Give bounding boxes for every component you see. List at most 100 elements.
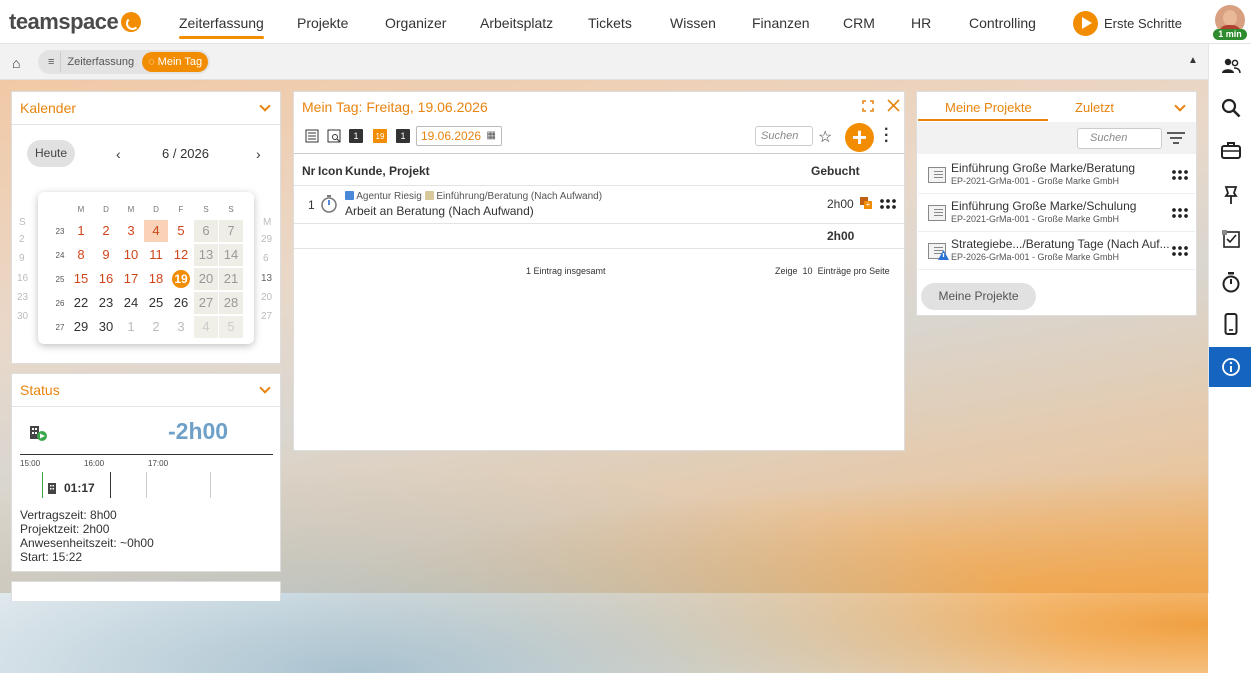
- chevron-down-icon[interactable]: [259, 382, 271, 394]
- edit-booking-icon[interactable]: +: [860, 197, 872, 209]
- calendar-day[interactable]: 5: [219, 316, 243, 338]
- calendar-day[interactable]: 24: [119, 292, 143, 314]
- info-icon[interactable]: [1209, 347, 1251, 387]
- nav-item-arbeitsplatz[interactable]: Arbeitsplatz: [480, 15, 553, 31]
- breadcrumb-item-zeiterfassung[interactable]: Zeiterfassung: [61, 52, 140, 72]
- calendar-day[interactable]: 26: [169, 292, 193, 314]
- briefcase-icon[interactable]: [1209, 131, 1251, 171]
- calendar-day[interactable]: 3: [119, 220, 143, 242]
- project-search-input[interactable]: Suchen: [1077, 128, 1162, 149]
- project-item[interactable]: Einführung Große Marke/Beratung EP-2021-…: [918, 156, 1195, 194]
- calendar-day[interactable]: 23: [94, 292, 118, 314]
- calendar-day[interactable]: 22: [69, 292, 93, 314]
- chevron-down-icon[interactable]: [259, 100, 271, 112]
- star-icon[interactable]: ☆: [818, 127, 832, 147]
- calendar-day-icon[interactable]: 1: [349, 129, 363, 143]
- calendar-day[interactable]: 14: [219, 244, 243, 266]
- nav-item-finanzen[interactable]: Finanzen: [752, 15, 810, 31]
- date-input[interactable]: 19.06.2026 ▦: [416, 126, 502, 146]
- row-actions-icon[interactable]: [879, 198, 897, 210]
- heute-button[interactable]: Heute: [27, 140, 75, 167]
- search-input[interactable]: Suchen: [755, 126, 813, 146]
- column-nr[interactable]: Nr: [302, 164, 315, 178]
- prev-month-button[interactable]: ‹: [116, 146, 121, 162]
- search-list-icon[interactable]: [327, 129, 341, 143]
- calendar-day[interactable]: 30: [94, 316, 118, 338]
- calendar-day[interactable]: 17: [119, 268, 143, 290]
- page-size-control[interactable]: Zeige 10 Einträge pro Seite: [775, 266, 890, 276]
- nav-item-controlling[interactable]: Controlling: [969, 15, 1036, 31]
- calendar-day[interactable]: 11: [144, 244, 168, 266]
- people-icon[interactable]: [1209, 46, 1251, 86]
- stopwatch-icon[interactable]: [1209, 262, 1251, 302]
- project-actions-icon[interactable]: [1171, 245, 1189, 257]
- task-checklist-icon[interactable]: [1209, 219, 1251, 259]
- home-icon[interactable]: ⌂: [12, 55, 20, 71]
- nav-item-zeiterfassung[interactable]: Zeiterfassung: [179, 15, 264, 39]
- erste-schritte-link[interactable]: Erste Schritte: [1104, 16, 1182, 31]
- nav-item-wissen[interactable]: Wissen: [670, 15, 716, 31]
- filter-icon[interactable]: [1167, 132, 1185, 145]
- stopwatch-icon[interactable]: [320, 194, 338, 214]
- calendar-day[interactable]: 4: [194, 316, 218, 338]
- calendar-today-icon[interactable]: 19: [373, 129, 387, 143]
- play-icon[interactable]: [1073, 11, 1098, 36]
- calendar-day[interactable]: 2: [94, 220, 118, 242]
- close-icon[interactable]: [887, 99, 900, 112]
- calendar-day[interactable]: 20: [194, 268, 218, 290]
- list-view-icon[interactable]: [305, 129, 319, 143]
- meine-projekte-button[interactable]: Meine Projekte: [921, 283, 1036, 310]
- calendar-day[interactable]: 21: [219, 268, 243, 290]
- tab-meine-projekte[interactable]: Meine Projekte: [945, 100, 1032, 115]
- calendar-day[interactable]: 9: [94, 244, 118, 266]
- calendar-day[interactable]: 2: [144, 316, 168, 338]
- chevron-down-icon[interactable]: [1174, 100, 1186, 112]
- calendar-day[interactable]: 28: [219, 292, 243, 314]
- project-item[interactable]: Strategiebe.../Beratung Tage (Nach Auf..…: [918, 232, 1195, 270]
- project-actions-icon[interactable]: [1171, 169, 1189, 181]
- calendar-day[interactable]: 27: [194, 292, 218, 314]
- calendar-day[interactable]: 29: [69, 316, 93, 338]
- calendar-day[interactable]: 18: [144, 268, 168, 290]
- calendar-day[interactable]: 1: [119, 316, 143, 338]
- calendar-day[interactable]: 4: [144, 220, 168, 242]
- nav-item-projekte[interactable]: Projekte: [297, 15, 348, 31]
- next-month-button[interactable]: ›: [256, 146, 261, 162]
- nav-item-crm[interactable]: CRM: [843, 15, 875, 31]
- calendar-day[interactable]: 6: [194, 220, 218, 242]
- mobile-icon[interactable]: [1209, 304, 1251, 344]
- calendar-day[interactable]: 15: [69, 268, 93, 290]
- calendar-next-icon[interactable]: 1: [396, 129, 410, 143]
- calendar-day-today[interactable]: 19: [169, 268, 193, 290]
- ghost-day: 23: [17, 292, 29, 303]
- calendar-day[interactable]: 10: [119, 244, 143, 266]
- project-actions-icon[interactable]: [1171, 207, 1189, 219]
- collapse-icon[interactable]: ▲: [1188, 55, 1198, 66]
- calendar-icon[interactable]: ▦: [487, 127, 496, 145]
- calendar-day[interactable]: 12: [169, 244, 193, 266]
- pin-icon[interactable]: [1209, 175, 1251, 215]
- tab-zuletzt[interactable]: Zuletzt: [1075, 100, 1114, 115]
- calendar-day[interactable]: 13: [194, 244, 218, 266]
- add-entry-button[interactable]: +: [845, 123, 874, 152]
- breadcrumb-item-mein-tag[interactable]: ◌ Mein Tag: [142, 52, 209, 72]
- calendar-day[interactable]: 3: [169, 316, 193, 338]
- nav-item-tickets[interactable]: Tickets: [588, 15, 632, 31]
- calendar-day[interactable]: 16: [94, 268, 118, 290]
- project-item[interactable]: Einführung Große Marke/Schulung EP-2021-…: [918, 194, 1195, 232]
- calendar-day[interactable]: 5: [169, 220, 193, 242]
- calendar-day[interactable]: 7: [219, 220, 243, 242]
- more-options-icon[interactable]: · · ·: [884, 122, 889, 150]
- teamspace-logo[interactable]: teamspace: [9, 9, 142, 35]
- search-icon[interactable]: [1209, 88, 1251, 128]
- column-kunde-projekt[interactable]: Kunde, Projekt: [345, 164, 430, 178]
- column-gebucht[interactable]: Gebucht: [811, 164, 860, 178]
- calendar-day[interactable]: 25: [144, 292, 168, 314]
- nav-item-hr[interactable]: HR: [911, 15, 931, 31]
- calendar-day[interactable]: 8: [69, 244, 93, 266]
- expand-icon[interactable]: [862, 100, 874, 112]
- breadcrumb-menu-icon[interactable]: ≡: [40, 52, 62, 72]
- calendar-day[interactable]: 1: [69, 220, 93, 242]
- column-icon[interactable]: Icon: [318, 164, 343, 178]
- nav-item-organizer[interactable]: Organizer: [385, 15, 446, 31]
